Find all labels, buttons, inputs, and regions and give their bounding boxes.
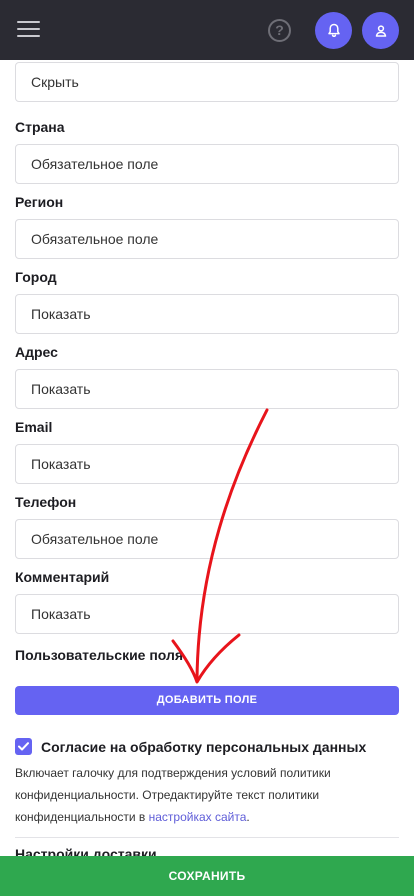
notifications-button[interactable] (315, 12, 352, 49)
bell-icon (327, 23, 340, 37)
hamburger-icon[interactable] (17, 19, 40, 39)
field-label: Комментарий (15, 569, 110, 585)
site-settings-link[interactable]: настройках сайта (149, 810, 247, 824)
field-city-select[interactable]: Показать (15, 294, 399, 334)
field-city: Город Показать (15, 268, 399, 334)
field-country-select[interactable]: Обязательное поле (15, 144, 399, 184)
field-address: Адрес Показать (15, 343, 399, 409)
field-comment: Комментарий Показать (15, 568, 399, 634)
user-icon (375, 24, 386, 37)
field-address-select[interactable]: Показать (15, 369, 399, 409)
field-label: Адрес (15, 344, 58, 360)
field-visibility-select[interactable]: Скрыть (15, 62, 399, 102)
consent-label[interactable]: Согласие на обработку персональных данны… (41, 739, 366, 755)
field-label: Город (15, 269, 57, 285)
field-label: Email (15, 419, 53, 435)
field-label: Регион (15, 194, 64, 210)
top-bar: ? (0, 0, 414, 60)
question-circle-icon[interactable]: ? (268, 19, 291, 42)
field-label: Телефон (15, 494, 77, 510)
field-region: Регион Обязательное поле (15, 193, 399, 259)
save-button[interactable]: СОХРАНИТЬ (0, 856, 414, 896)
consent-description: Включает галочку для подтверждения услов… (15, 762, 385, 828)
custom-fields-title: Пользовательские поля (15, 647, 184, 663)
field-phone-select[interactable]: Обязательное поле (15, 519, 399, 559)
field-label: Страна (15, 119, 65, 135)
checkmark-icon (18, 742, 29, 751)
profile-button[interactable] (362, 12, 399, 49)
field-phone: Телефон Обязательное поле (15, 493, 399, 559)
field-email-select[interactable]: Показать (15, 444, 399, 484)
divider (15, 837, 399, 838)
field-comment-select[interactable]: Показать (15, 594, 399, 634)
add-field-button[interactable]: ДОБАВИТЬ ПОЛЕ (15, 686, 399, 715)
consent-checkbox[interactable] (15, 738, 32, 755)
field-email: Email Показать (15, 418, 399, 484)
field-country: Страна Обязательное поле (15, 118, 399, 184)
consent-description-end: . (246, 810, 250, 824)
field-region-select[interactable]: Обязательное поле (15, 219, 399, 259)
